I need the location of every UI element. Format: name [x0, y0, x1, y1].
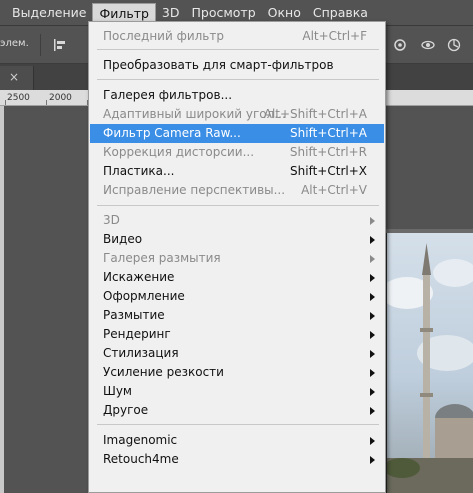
menu-item-label: Другое — [103, 403, 149, 417]
menu-item-shortcut: Shift+Ctrl+A — [290, 126, 367, 140]
menu-item-shortcut: Shift+Ctrl+R — [289, 145, 367, 159]
menu-item-label: Фильтр Camera Raw... — [103, 126, 241, 140]
menu-divider — [97, 49, 379, 50]
chevron-right-icon — [370, 293, 375, 301]
chevron-right-icon — [370, 274, 375, 282]
menu-item-label: Imagenomic — [103, 433, 178, 447]
ruler-tick — [46, 100, 47, 105]
menu-item-label: Усиление резкости — [103, 365, 224, 379]
menu-item-blur[interactable]: Размытие — [90, 306, 384, 325]
menu-filter[interactable]: Фильтр — [92, 2, 156, 23]
menu-item-video[interactable]: Видео — [90, 230, 384, 249]
settings-icon[interactable] — [392, 37, 408, 53]
ruler-tick — [5, 100, 6, 105]
rotate-3d-icon[interactable] — [446, 37, 462, 53]
menu-item-label: Адаптивный широкий угол... — [103, 107, 286, 121]
menu-item-label: 3D — [103, 213, 120, 227]
filter-dropdown-menu: Последний фильтр Alt+Ctrl+F Преобразоват… — [88, 21, 386, 493]
menu-item-other[interactable]: Другое — [90, 401, 384, 420]
menu-item-last-filter[interactable]: Последний фильтр Alt+Ctrl+F — [90, 27, 384, 46]
chevron-right-icon — [370, 437, 375, 445]
menu-item-shortcut: Alt+Ctrl+V — [301, 183, 367, 197]
menu-item-render[interactable]: Рендеринг — [90, 325, 384, 344]
menu-item-label: Галерея фильтров... — [103, 88, 233, 102]
menu-divider — [97, 205, 379, 206]
chevron-right-icon — [370, 217, 375, 225]
chevron-right-icon — [370, 388, 375, 396]
menu-divider — [97, 79, 379, 80]
menu-item-imagenomic[interactable]: Imagenomic — [90, 431, 384, 450]
menu-item-label: Искажение — [103, 270, 175, 284]
options-separator — [40, 34, 41, 56]
menu-item-noise[interactable]: Шум — [90, 382, 384, 401]
menu-view[interactable]: Просмотр — [186, 3, 262, 23]
menu-item-label: Retouch4me — [103, 452, 179, 466]
close-icon[interactable]: × — [9, 70, 19, 84]
menu-item-adaptive-wide-angle[interactable]: Адаптивный широкий угол... Alt+Shift+Ctr… — [90, 105, 384, 124]
menu-item-retouch4me[interactable]: Retouch4me — [90, 450, 384, 469]
chevron-right-icon — [370, 236, 375, 244]
menu-item-label: Шум — [103, 384, 132, 398]
menu-item-blur-gallery[interactable]: Галерея размытия — [90, 249, 384, 268]
menu-3d[interactable]: 3D — [156, 3, 186, 23]
menu-item-label: Коррекция дисторсии... — [103, 145, 255, 159]
menu-item-lens-correction[interactable]: Коррекция дисторсии... Shift+Ctrl+R — [90, 143, 384, 162]
menu-item-label: Галерея размытия — [103, 251, 221, 265]
menu-window[interactable]: Окно — [262, 3, 307, 23]
menu-item-sharpen[interactable]: Усиление резкости — [90, 363, 384, 382]
ruler-label: 2000 — [49, 93, 72, 103]
chevron-right-icon — [370, 350, 375, 358]
menu-item-label: Рендеринг — [103, 327, 171, 341]
chevron-right-icon — [370, 331, 375, 339]
menu-item-label: Видео — [103, 232, 143, 246]
vertical-ruler[interactable] — [0, 106, 4, 493]
menu-item-camera-raw[interactable]: Фильтр Camera Raw... Shift+Ctrl+A — [90, 124, 384, 143]
menu-item-vanishing-point[interactable]: Исправление перспективы... Alt+Ctrl+V — [90, 181, 384, 200]
chevron-right-icon — [370, 255, 375, 263]
chevron-right-icon — [370, 456, 375, 464]
menu-item-liquify[interactable]: Пластика... Shift+Ctrl+X — [90, 162, 384, 181]
menu-item-pixelate[interactable]: Оформление — [90, 287, 384, 306]
chevron-right-icon — [370, 312, 375, 320]
orbit-3d-icon[interactable] — [420, 37, 436, 53]
menu-item-label: Стилизация — [103, 346, 179, 360]
chevron-right-icon — [370, 407, 375, 415]
menu-item-label: Оформление — [103, 289, 185, 303]
menu-item-3d[interactable]: 3D — [90, 211, 384, 230]
align-left-icon[interactable] — [52, 37, 68, 53]
canvas-image[interactable] — [386, 233, 473, 493]
menu-help[interactable]: Справка — [307, 3, 374, 23]
menu-select[interactable]: Выделение — [6, 3, 92, 23]
ruler-label: 2500 — [7, 93, 30, 103]
menu-divider — [97, 424, 379, 425]
menu-item-label: Преобразовать для смарт-фильтров — [103, 58, 334, 72]
options-label: элем. — [0, 38, 29, 49]
menu-item-shortcut: Alt+Shift+Ctrl+A — [263, 107, 367, 121]
menu-item-shortcut: Shift+Ctrl+X — [290, 164, 367, 178]
chevron-right-icon — [370, 369, 375, 377]
menu-item-shortcut: Alt+Ctrl+F — [302, 29, 367, 43]
menu-item-convert-smart-filters[interactable]: Преобразовать для смарт-фильтров — [90, 56, 384, 75]
mosque-photo — [387, 243, 473, 493]
menu-item-filter-gallery[interactable]: Галерея фильтров... — [90, 86, 384, 105]
menu-item-label: Пластика... — [103, 164, 175, 178]
menu-item-label: Размытие — [103, 308, 165, 322]
menu-item-distort[interactable]: Искажение — [90, 268, 384, 287]
document-tab[interactable]: × — [0, 66, 34, 90]
menu-item-label: Последний фильтр — [103, 29, 224, 43]
menu-item-stylize[interactable]: Стилизация — [90, 344, 384, 363]
menu-item-label: Исправление перспективы... — [103, 183, 286, 197]
